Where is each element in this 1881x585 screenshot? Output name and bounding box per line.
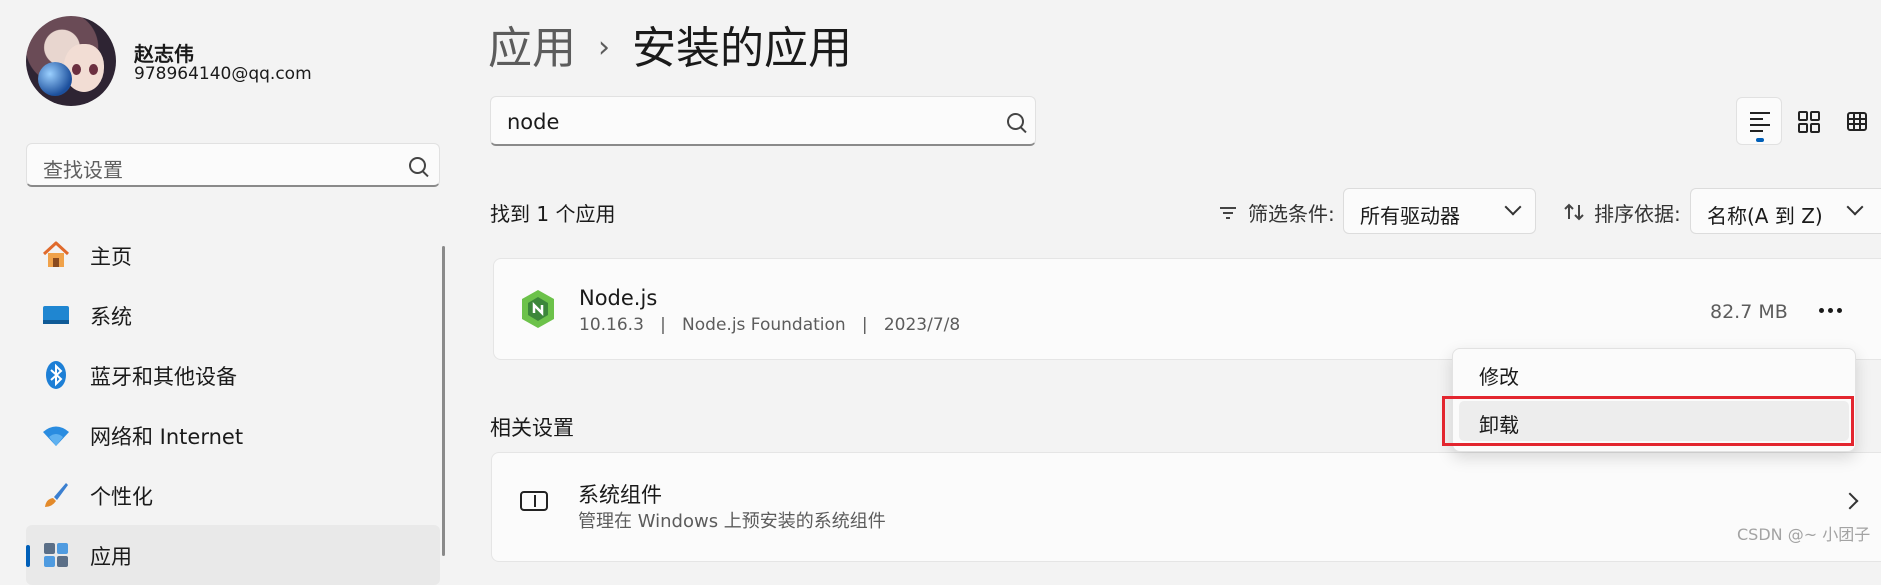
search-placeholder: 查找设置 <box>43 158 123 182</box>
search-icon <box>1007 113 1024 130</box>
user-name: 赵志伟 <box>134 42 194 66</box>
system-components-link[interactable]: 系统组件 管理在 Windows 上预安装的系统组件 <box>491 452 1881 562</box>
system-components-description: 管理在 Windows 上预安装的系统组件 <box>578 511 886 532</box>
modify-menu-item[interactable]: 修改 <box>1459 353 1849 393</box>
app-install-date: 2023/7/8 <box>883 315 961 335</box>
sidebar-item-label: 网络和 Internet <box>90 425 244 449</box>
more-dot <box>1819 308 1824 313</box>
search-icon <box>409 157 426 174</box>
filter-value: 所有驱动器 <box>1360 204 1460 228</box>
search-value: node <box>507 110 560 134</box>
nodejs-icon <box>522 290 554 328</box>
filter-dropdown[interactable]: 所有驱动器 <box>1343 188 1536 234</box>
breadcrumb-parent[interactable]: 应用 <box>488 23 576 74</box>
user-avatar[interactable] <box>26 16 116 106</box>
wifi-icon <box>43 426 69 446</box>
more-options-button[interactable] <box>1814 295 1848 325</box>
sidebar-item-personalization[interactable]: 个性化 <box>26 465 440 525</box>
app-version: 10.16.3 <box>579 315 644 335</box>
app-details: 10.16.3 | Node.js Foundation | 2023/7/8 <box>579 315 961 335</box>
sort-dropdown[interactable]: 名称(A 到 Z) <box>1690 188 1881 234</box>
sidebar-item-label: 主页 <box>90 245 132 269</box>
chevron-right-icon <box>1841 492 1859 510</box>
app-search-input[interactable]: node <box>490 96 1036 146</box>
results-count: 找到 1 个应用 <box>490 202 616 226</box>
sidebar-item-system[interactable]: 系统 <box>26 285 440 345</box>
menu-item-label: 修改 <box>1479 365 1519 389</box>
avatar-eye <box>89 64 98 75</box>
breadcrumb: 应用 › 安装的应用 <box>488 12 852 76</box>
app-name: Node.js <box>579 286 658 310</box>
tile-view-button[interactable] <box>1786 97 1832 145</box>
brush-icon <box>45 483 68 507</box>
sidebar-item-label: 个性化 <box>90 485 153 509</box>
sidebar-item-bluetooth[interactable]: 蓝牙和其他设备 <box>26 345 440 405</box>
apps-icon <box>44 543 68 567</box>
user-email: 978964140@qq.com <box>134 64 312 84</box>
avatar-globe <box>38 62 72 96</box>
sort-value: 名称(A 到 Z) <box>1707 204 1823 228</box>
app-publisher: Node.js Foundation <box>682 315 846 335</box>
tile-view-icon <box>1798 111 1820 133</box>
more-dot <box>1837 308 1842 313</box>
active-indicator <box>26 545 30 567</box>
system-components-icon <box>520 491 548 511</box>
app-list-item[interactable]: Node.js 10.16.3 | Node.js Foundation | 2… <box>493 258 1881 360</box>
sort-icon <box>1564 203 1584 221</box>
sidebar-item-apps[interactable]: 应用 <box>26 525 440 585</box>
sort-label: 排序依据: <box>1564 198 1681 227</box>
sidebar-nav: 主页 系统 蓝牙和其他设备 网络和 Internet 个性化 应用 <box>26 225 440 585</box>
grid-view-button[interactable] <box>1834 97 1880 145</box>
chevron-right-icon: › <box>598 30 610 65</box>
more-dot <box>1828 308 1833 313</box>
chevron-down-icon <box>1504 198 1522 216</box>
sidebar-item-home[interactable]: 主页 <box>26 225 440 285</box>
bluetooth-icon <box>46 361 66 389</box>
system-components-title: 系统组件 <box>578 483 662 507</box>
annotation-highlight-box <box>1442 396 1854 446</box>
list-view-button[interactable] <box>1736 97 1782 145</box>
sidebar-scrollbar[interactable] <box>442 246 445 556</box>
sidebar-item-label: 蓝牙和其他设备 <box>90 365 237 389</box>
selected-indicator <box>1756 138 1764 142</box>
page-title: 安装的应用 <box>632 23 852 74</box>
watermark: CSDN @~ 小团子 <box>1737 525 1871 544</box>
filter-label-text: 筛选条件: <box>1248 202 1335 226</box>
home-icon <box>42 241 70 267</box>
chevron-down-icon <box>1846 198 1864 216</box>
sort-label-text: 排序依据: <box>1594 202 1681 226</box>
system-icon <box>43 306 69 324</box>
avatar-eye <box>72 64 81 75</box>
filter-icon <box>1220 207 1236 219</box>
sidebar-item-label: 系统 <box>90 305 132 329</box>
related-settings-heading: 相关设置 <box>490 416 574 440</box>
filter-label: 筛选条件: <box>1218 198 1335 227</box>
sidebar-item-label: 应用 <box>90 545 132 569</box>
grid-view-icon <box>1847 112 1867 131</box>
sidebar-item-network[interactable]: 网络和 Internet <box>26 405 440 465</box>
app-size: 82.7 MB <box>1710 301 1788 323</box>
settings-search-input[interactable]: 查找设置 <box>26 143 440 187</box>
